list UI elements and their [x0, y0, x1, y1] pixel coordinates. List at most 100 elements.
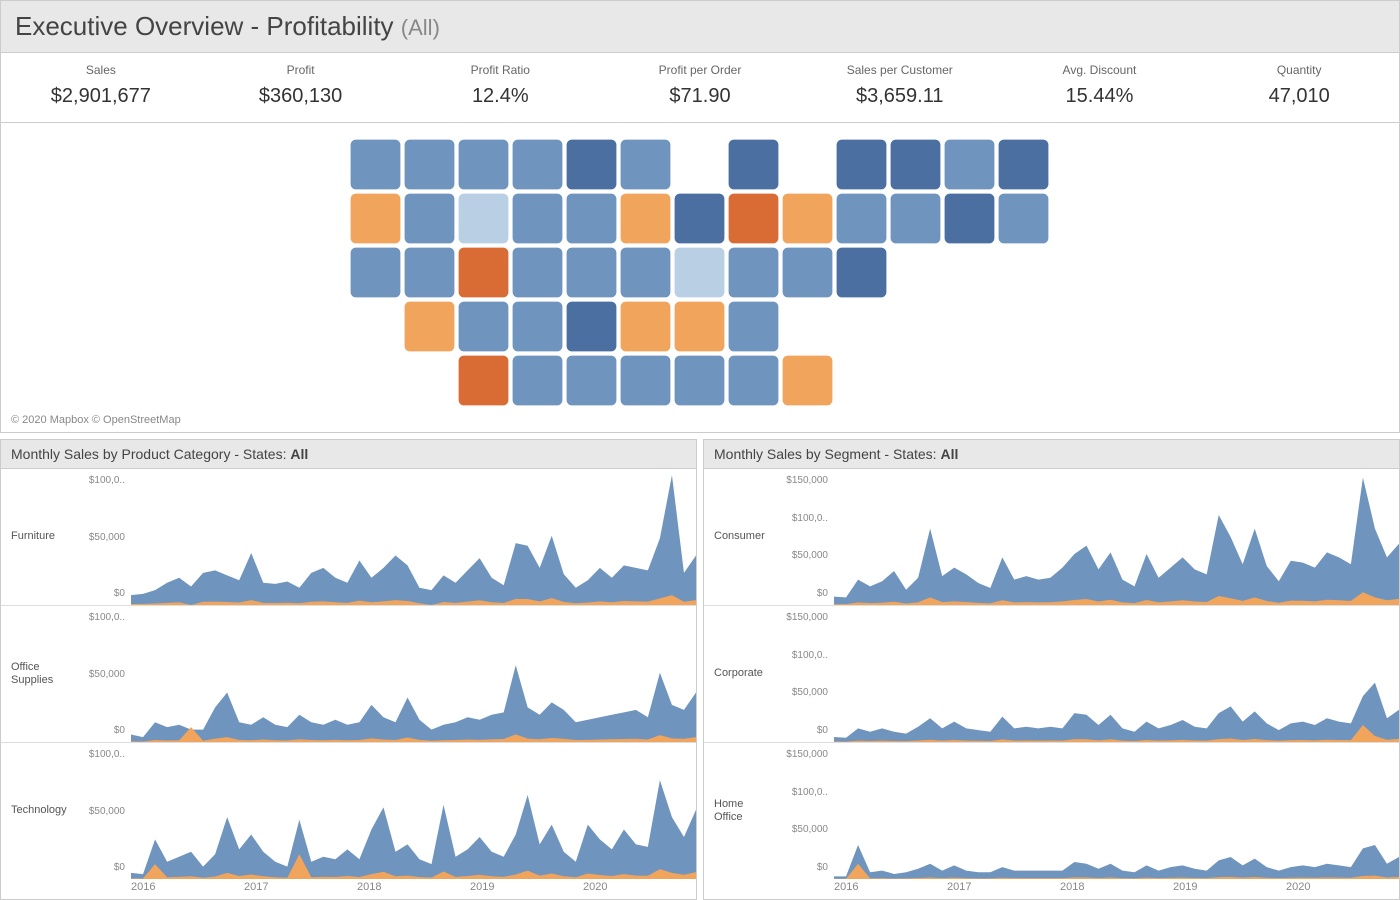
kpi-value: $71.90 [604, 85, 796, 108]
state-nd[interactable] [512, 139, 563, 190]
state-co[interactable] [458, 247, 509, 298]
state-ca[interactable] [350, 247, 401, 298]
mini-chart-label: Furniture [1, 469, 71, 605]
state-mi[interactable] [728, 139, 779, 190]
state-pa[interactable] [782, 193, 833, 244]
kpi-label: Sales per Customer [804, 63, 996, 77]
mini-chart-office-supplies[interactable]: Office Supplies$100,0..$50,000$0 [1, 606, 696, 743]
kpi-value: 15.44% [1004, 85, 1196, 108]
xaxis-tick: 2019 [1173, 881, 1286, 893]
kpi-label: Profit [205, 63, 397, 77]
mini-chart-yaxis: $100,0..$50,000$0 [71, 743, 131, 879]
state-ri[interactable] [944, 193, 995, 244]
map-panel[interactable]: © 2020 Mapbox © OpenStreetMap [0, 123, 1400, 433]
segment-chart-stack[interactable]: Consumer$150,000$100,0..$50,000$0Corpora… [704, 469, 1399, 879]
segment-xaxis: 20162017201820192020 [704, 879, 1399, 899]
state-la[interactable] [566, 355, 617, 406]
kpi-sales-per-customer[interactable]: Sales per Customer$3,659.11 [800, 53, 1000, 122]
state-az[interactable] [404, 301, 455, 352]
state-ky[interactable] [620, 247, 671, 298]
state-mt[interactable] [458, 139, 509, 190]
state-ok[interactable] [512, 355, 563, 406]
state-id[interactable] [404, 139, 455, 190]
mini-chart-plot[interactable] [834, 743, 1399, 879]
kpi-label: Avg. Discount [1004, 63, 1196, 77]
state-me[interactable] [998, 139, 1049, 190]
dashboard-filter: (All) [401, 15, 440, 40]
mini-chart-plot[interactable] [131, 606, 696, 742]
bottom-panels: Monthly Sales by Product Category - Stat… [0, 439, 1400, 900]
state-sc[interactable] [728, 301, 779, 352]
state-ma[interactable] [998, 193, 1049, 244]
state-or[interactable] [350, 193, 401, 244]
state-in[interactable] [674, 193, 725, 244]
kpi-value: $2,901,677 [5, 85, 197, 108]
us-map[interactable] [320, 127, 1080, 427]
kpi-profit-ratio[interactable]: Profit Ratio12.4% [400, 53, 600, 122]
state-ar[interactable] [566, 301, 617, 352]
xaxis-tick: 2020 [583, 881, 696, 893]
xaxis-tick: 2018 [357, 881, 470, 893]
state-ga[interactable] [728, 355, 779, 406]
state-de[interactable] [836, 247, 887, 298]
state-wy[interactable] [458, 193, 509, 244]
state-vt[interactable] [890, 139, 941, 190]
mini-chart-home-office[interactable]: Home Office$150,000$100,0..$50,000$0 [704, 743, 1399, 879]
state-fl[interactable] [782, 355, 833, 406]
xaxis-tick: 2017 [244, 881, 357, 893]
category-chart-stack[interactable]: Furniture$100,0..$50,000$0Office Supplie… [1, 469, 696, 879]
kpi-avg-discount[interactable]: Avg. Discount 15.44% [1000, 53, 1200, 122]
mini-chart-plot[interactable] [834, 606, 1399, 742]
state-tx[interactable] [458, 355, 509, 406]
state-mn[interactable] [566, 139, 617, 190]
mini-chart-furniture[interactable]: Furniture$100,0..$50,000$0 [1, 469, 696, 606]
state-md[interactable] [782, 247, 833, 298]
mini-chart-plot[interactable] [131, 469, 696, 605]
panel-title-filter: All [940, 446, 958, 462]
state-wi[interactable] [620, 139, 671, 190]
panel-title-prefix: Monthly Sales by Segment - States: [714, 446, 940, 462]
state-sd[interactable] [512, 193, 563, 244]
mini-chart-yaxis: $100,0..$50,000$0 [71, 469, 131, 605]
state-nv[interactable] [404, 193, 455, 244]
mini-chart-yaxis: $100,0..$50,000$0 [71, 606, 131, 742]
mini-chart-yaxis: $150,000$100,0..$50,000$0 [774, 743, 834, 879]
state-wv[interactable] [674, 247, 725, 298]
kpi-label: Quantity [1203, 63, 1395, 77]
state-ct[interactable] [890, 193, 941, 244]
xaxis-tick: 2019 [470, 881, 583, 893]
state-nc[interactable] [674, 301, 725, 352]
kpi-profit-per-order[interactable]: Profit per Order $71.90 [600, 53, 800, 122]
state-ks[interactable] [512, 301, 563, 352]
state-va[interactable] [728, 247, 779, 298]
state-ia[interactable] [566, 193, 617, 244]
state-nh[interactable] [944, 139, 995, 190]
state-il[interactable] [620, 193, 671, 244]
kpi-profit[interactable]: Profit$360,130 [201, 53, 401, 122]
state-wa[interactable] [350, 139, 401, 190]
kpi-value: 12.4% [404, 85, 596, 108]
mini-chart-plot[interactable] [834, 469, 1399, 605]
state-ne[interactable] [512, 247, 563, 298]
state-al[interactable] [674, 355, 725, 406]
state-ms[interactable] [620, 355, 671, 406]
kpi-sales[interactable]: Sales$2,901,677 [1, 53, 201, 122]
state-ut[interactable] [404, 247, 455, 298]
state-nm[interactable] [458, 301, 509, 352]
dashboard-title: Executive Overview - Profitability [15, 11, 394, 41]
state-nj[interactable] [836, 193, 887, 244]
kpi-label: Profit per Order [604, 63, 796, 77]
mini-chart-yaxis: $150,000$100,0..$50,000$0 [774, 469, 834, 605]
state-oh[interactable] [728, 193, 779, 244]
xaxis-tick: 2016 [834, 881, 947, 893]
mini-chart-corporate[interactable]: Corporate$150,000$100,0..$50,000$0 [704, 606, 1399, 743]
state-tn[interactable] [620, 301, 671, 352]
mini-chart-label: Corporate [704, 606, 774, 742]
panel-segment-title: Monthly Sales by Segment - States: All [704, 440, 1399, 469]
mini-chart-technology[interactable]: Technology$100,0..$50,000$0 [1, 743, 696, 879]
state-mo[interactable] [566, 247, 617, 298]
kpi-quantity[interactable]: Quantity47,010 [1199, 53, 1399, 122]
state-ny[interactable] [836, 139, 887, 190]
mini-chart-plot[interactable] [131, 743, 696, 879]
mini-chart-consumer[interactable]: Consumer$150,000$100,0..$50,000$0 [704, 469, 1399, 606]
